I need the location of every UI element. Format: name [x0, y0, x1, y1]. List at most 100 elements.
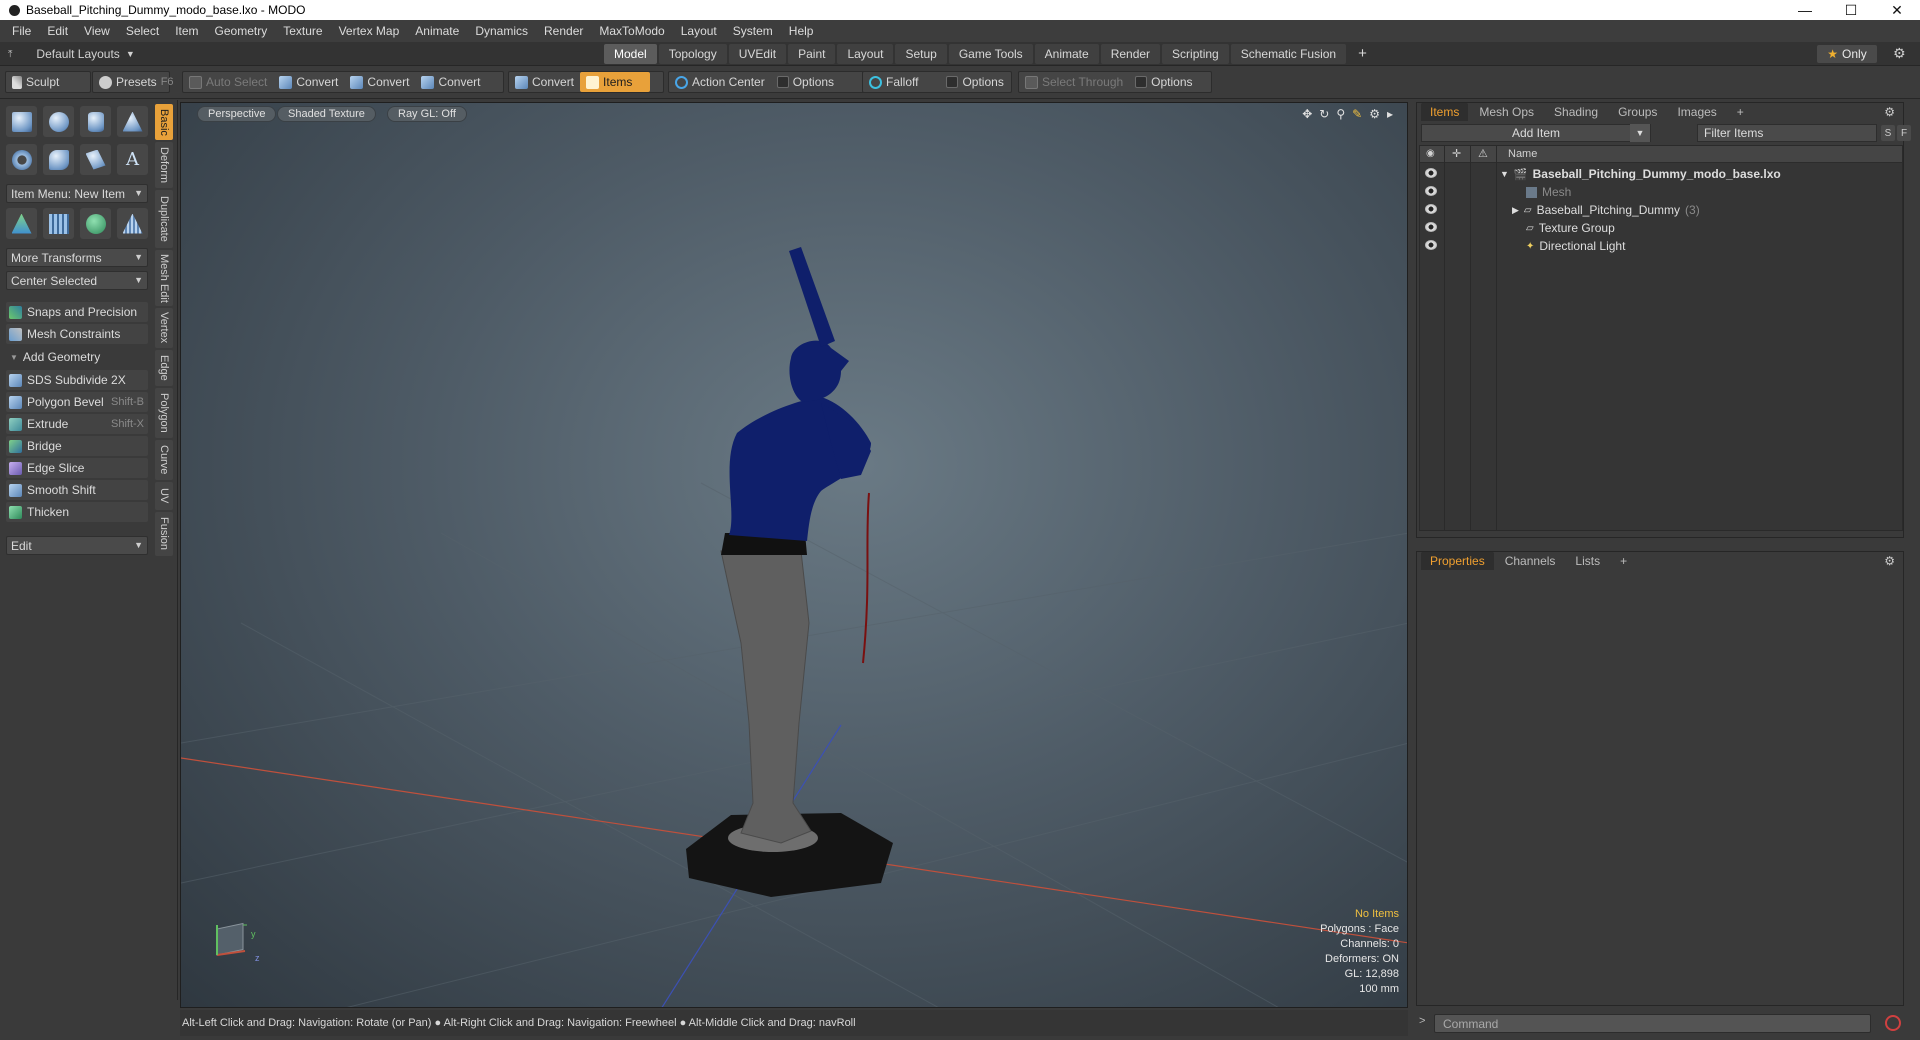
- cone-primitive-button[interactable]: [117, 106, 148, 137]
- action-center-options-button[interactable]: Options: [771, 72, 840, 92]
- tab-setup[interactable]: Setup: [895, 44, 947, 64]
- select-through-button[interactable]: Select Through: [1019, 72, 1129, 92]
- convert-materials-button[interactable]: Convert: [509, 72, 580, 92]
- tab-properties[interactable]: Properties: [1421, 552, 1494, 570]
- edge-slice-button[interactable]: Edge Slice: [6, 458, 148, 478]
- cylinder-primitive-button[interactable]: [80, 106, 111, 137]
- filter-items-input[interactable]: Filter Items: [1697, 124, 1877, 142]
- expand-triangle-icon[interactable]: ▼: [1500, 169, 1509, 179]
- tab-model[interactable]: Model: [604, 44, 657, 64]
- add-geometry-header[interactable]: ▼ Add Geometry: [6, 348, 148, 366]
- menu-texture[interactable]: Texture: [275, 24, 330, 38]
- maximize-button[interactable]: ☐: [1828, 0, 1874, 20]
- tab-mesh-ops[interactable]: Mesh Ops: [1470, 103, 1543, 121]
- extrude-button[interactable]: Extrude Shift-X: [6, 414, 148, 434]
- only-button[interactable]: ★ Only: [1817, 45, 1877, 63]
- snaps-precision-button[interactable]: Snaps and Precision: [6, 302, 148, 322]
- 3d-viewport[interactable]: Perspective Shaded Texture Ray GL: Off ✥…: [180, 102, 1408, 1008]
- tab-render[interactable]: Render: [1100, 44, 1161, 64]
- tab-schematic-fusion[interactable]: Schematic Fusion: [1230, 44, 1347, 64]
- filter-f-button[interactable]: F: [1897, 125, 1911, 141]
- falloff-options-button[interactable]: Options: [940, 72, 1009, 92]
- tube-primitive-button[interactable]: [43, 144, 74, 175]
- chevron-down-icon[interactable]: ▼: [1630, 124, 1650, 142]
- text-tool-button[interactable]: A: [117, 144, 148, 175]
- add-panel-tab-button[interactable]: +: [1611, 552, 1636, 570]
- convert-vertices-button[interactable]: Convert: [273, 72, 344, 92]
- expand-triangle-icon[interactable]: ▶: [1512, 205, 1519, 216]
- move-tool-button[interactable]: [6, 208, 37, 239]
- tab-items[interactable]: Items: [1421, 103, 1469, 121]
- menu-geometry[interactable]: Geometry: [207, 24, 276, 38]
- falloff-button[interactable]: Falloff: [863, 72, 924, 92]
- side-tab-uv[interactable]: UV: [155, 482, 173, 510]
- tab-topology[interactable]: Topology: [658, 44, 727, 64]
- tab-game-tools[interactable]: Game Tools: [948, 44, 1033, 64]
- add-tab-button[interactable]: +: [1348, 44, 1377, 64]
- action-center-button[interactable]: Action Center: [669, 72, 771, 92]
- cube-primitive-button[interactable]: [6, 106, 37, 137]
- side-tab-fusion[interactable]: Fusion: [155, 512, 173, 556]
- tab-uvedit[interactable]: UVEdit: [728, 44, 787, 64]
- menu-layout[interactable]: Layout: [673, 24, 725, 38]
- visibility-eye-icon[interactable]: [1425, 240, 1437, 250]
- menu-file[interactable]: File: [4, 24, 39, 38]
- visibility-eye-icon[interactable]: [1425, 168, 1437, 178]
- menu-view[interactable]: View: [76, 24, 118, 38]
- side-tab-curve[interactable]: Curve: [155, 440, 173, 480]
- menu-render[interactable]: Render: [536, 24, 591, 38]
- tab-channels[interactable]: Channels: [1496, 552, 1565, 570]
- tree-row-dummy[interactable]: ▶ ▱ Baseball_Pitching_Dummy (3): [1420, 201, 1902, 219]
- sculpt-button[interactable]: Sculpt: [6, 72, 65, 92]
- more-transforms-dropdown[interactable]: More Transforms ▼: [6, 248, 148, 267]
- tree-row-scene[interactable]: ▼ 🎬 Baseball_Pitching_Dummy_modo_base.lx…: [1420, 165, 1902, 183]
- tree-row-texture-group[interactable]: ▱ Texture Group: [1420, 219, 1902, 237]
- tab-scripting[interactable]: Scripting: [1162, 44, 1229, 64]
- tree-row-directional-light[interactable]: ✦ Directional Light: [1420, 237, 1902, 255]
- add-panel-tab-button[interactable]: +: [1728, 103, 1753, 121]
- filter-s-button[interactable]: S: [1881, 125, 1895, 141]
- auto-select-button[interactable]: Auto Select: [183, 72, 273, 92]
- menu-vertex-map[interactable]: Vertex Map: [331, 24, 408, 38]
- torus-primitive-button[interactable]: [6, 144, 37, 175]
- sds-subdivide-button[interactable]: SDS Subdivide 2X: [6, 370, 148, 390]
- tab-paint[interactable]: Paint: [788, 44, 836, 64]
- side-tab-edge[interactable]: Edge: [155, 350, 173, 386]
- visibility-eye-icon[interactable]: [1425, 222, 1437, 232]
- side-tab-vertex[interactable]: Vertex: [155, 308, 173, 348]
- tab-images[interactable]: Images: [1668, 103, 1725, 121]
- command-input[interactable]: Command: [1434, 1014, 1871, 1033]
- panel-options-icon[interactable]: ⚙: [1884, 105, 1895, 119]
- convert-edges-button[interactable]: Convert: [344, 72, 415, 92]
- tab-layout[interactable]: Layout: [837, 44, 894, 64]
- side-tab-deform[interactable]: Deform: [155, 142, 173, 188]
- layout-selector[interactable]: ⤒ Default Layouts ▼: [8, 45, 135, 63]
- center-selected-dropdown[interactable]: Center Selected ▼: [6, 271, 148, 290]
- tab-shading[interactable]: Shading: [1545, 103, 1607, 121]
- menu-edit[interactable]: Edit: [39, 24, 76, 38]
- tab-animate[interactable]: Animate: [1034, 44, 1099, 64]
- minimize-button[interactable]: —: [1782, 0, 1828, 20]
- gear-icon[interactable]: ⚙: [1893, 45, 1906, 62]
- tab-lists[interactable]: Lists: [1566, 552, 1609, 570]
- thicken-button[interactable]: Thicken: [6, 502, 148, 522]
- add-item-button[interactable]: Add Item: [1421, 124, 1651, 142]
- menu-dynamics[interactable]: Dynamics: [467, 24, 536, 38]
- panel-options-icon[interactable]: ⚙: [1884, 554, 1895, 568]
- menu-system[interactable]: System: [725, 24, 781, 38]
- scale-tool-button[interactable]: [80, 208, 111, 239]
- close-button[interactable]: ✕: [1874, 0, 1920, 20]
- bridge-button[interactable]: Bridge: [6, 436, 148, 456]
- side-tab-mesh-edit[interactable]: Mesh Edit: [155, 250, 173, 306]
- side-tab-polygon[interactable]: Polygon: [155, 388, 173, 438]
- menu-select[interactable]: Select: [118, 24, 167, 38]
- visibility-eye-icon[interactable]: [1425, 186, 1437, 196]
- visibility-eye-icon[interactable]: [1425, 204, 1437, 214]
- sphere-primitive-button[interactable]: [43, 106, 74, 137]
- tree-row-mesh[interactable]: Mesh: [1420, 183, 1902, 201]
- menu-item[interactable]: Item: [167, 24, 206, 38]
- item-menu-dropdown[interactable]: Item Menu: New Item ▼: [6, 184, 148, 203]
- menu-help[interactable]: Help: [781, 24, 822, 38]
- select-through-options-button[interactable]: Options: [1129, 72, 1198, 92]
- pen-tool-button[interactable]: [80, 144, 111, 175]
